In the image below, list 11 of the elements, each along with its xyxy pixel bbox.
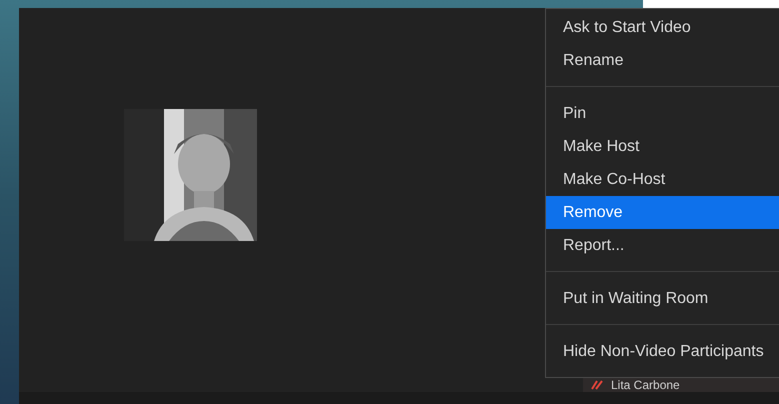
muted-mic-icon	[591, 380, 603, 390]
menu-item[interactable]: Hide Non-Video Participants	[546, 335, 779, 368]
menu-item[interactable]: Pin	[546, 97, 779, 130]
participant-name: Lita Carbone	[611, 378, 680, 392]
menu-item[interactable]: Report...	[546, 229, 779, 262]
menu-item[interactable]: Remove	[546, 196, 779, 229]
menu-item[interactable]: Put in Waiting Room	[546, 282, 779, 315]
menu-item[interactable]: Ask to Start Video	[546, 11, 779, 44]
menu-item[interactable]: Rename	[546, 44, 779, 77]
menu-item[interactable]: Make Host	[546, 130, 779, 163]
menu-item[interactable]: Make Co-Host	[546, 163, 779, 196]
